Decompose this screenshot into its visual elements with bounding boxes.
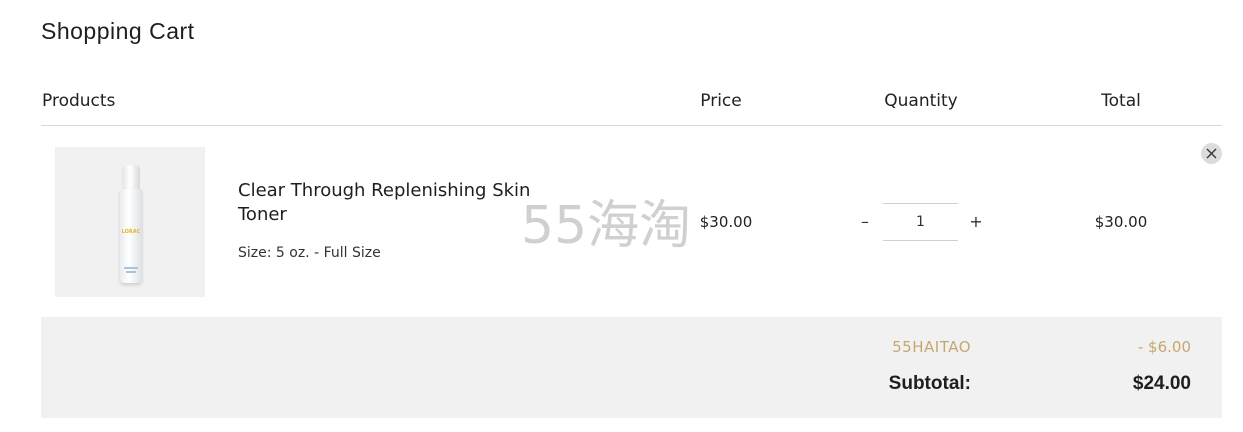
close-icon (1206, 148, 1217, 159)
cart-summary: 55HAITAO - $6.00 Subtotal: $24.00 (41, 317, 1222, 418)
product-thumbnail[interactable]: LORAC (55, 147, 205, 297)
quantity-increase-button[interactable]: + (966, 209, 986, 233)
column-header-products: Products (42, 91, 116, 111)
subtotal-label: Subtotal: (888, 373, 971, 394)
product-brand-logo: LORAC (121, 229, 141, 235)
subtotal-value: $24.00 (1132, 373, 1191, 394)
quantity-decrease-button[interactable]: – (855, 209, 875, 233)
page-title: Shopping Cart (41, 18, 195, 44)
remove-item-button[interactable] (1201, 143, 1222, 164)
cart-item-row: LORAC Clear Through Replenishing Skin To… (41, 127, 1222, 317)
column-header-quantity: Quantity (884, 91, 958, 111)
discount-amount: - $6.00 (1137, 338, 1191, 356)
cart-table-header: Products Price Quantity Total (41, 88, 1222, 126)
discount-code-label: 55HAITAO (892, 338, 971, 356)
line-total: $30.00 (1094, 213, 1148, 231)
product-name-link[interactable]: Clear Through Replenishing Skin Toner (238, 179, 558, 227)
toner-bottle-icon: LORAC (120, 165, 142, 285)
product-price: $30.00 (699, 213, 753, 231)
column-header-total: Total (1101, 91, 1141, 111)
column-header-price: Price (700, 91, 742, 111)
product-variant: Size: 5 oz. - Full Size (238, 245, 381, 261)
quantity-input[interactable] (883, 203, 958, 241)
